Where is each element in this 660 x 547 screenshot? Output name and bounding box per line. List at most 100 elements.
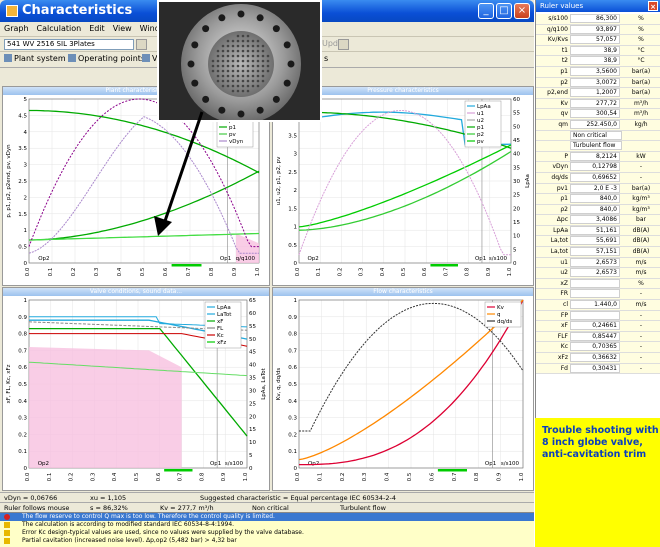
menu-edit[interactable]: Edit xyxy=(85,22,109,35)
legend-entry: Kv xyxy=(497,305,505,311)
chart-svg: 0.0 0.1 0.2 0.3 0.4 0.5 0.6 0.7 0.8 0.9 1.000.511.… xyxy=(276,97,531,277)
close-icon[interactable]: × xyxy=(648,1,658,11)
ruler-mode[interactable]: Ruler follows mouse xyxy=(4,504,69,512)
ruler-row-value: 86,300 xyxy=(570,14,620,23)
ruler-row: Turbulent flow xyxy=(536,141,660,152)
menu-graph[interactable]: Graph xyxy=(0,22,33,35)
ruler-row-unit: - xyxy=(639,332,643,340)
y-tick-label: 3 xyxy=(24,163,28,169)
ruler-title-bar: Ruler values × xyxy=(536,0,660,12)
x-tick-label: 0.1 xyxy=(316,268,322,277)
x-axis-label: s/s100 xyxy=(489,256,508,262)
op1-label: Op1 xyxy=(210,461,221,467)
chart-svg: 0.0 0.1 0.2 0.3 0.4 0.5 0.6 0.7 0.8 0.9 1.000.511.… xyxy=(6,97,261,277)
ruler-row-value: 93,897 xyxy=(570,24,620,34)
x-tick-label: 1.0 xyxy=(507,267,513,276)
valve-conditions-panel[interactable]: Valve conditions, sound data... 0.0 0.1 0.… xyxy=(2,287,270,491)
ruler-row-value: 3,5600 xyxy=(570,66,620,76)
flow-characteristics-panel[interactable]: Flow characteristics 0.0 0.1 0.2 0.3 0.4 0.5 0… xyxy=(272,287,534,491)
ruler-row-unit: °C xyxy=(637,57,645,65)
y2-tick-label: 40 xyxy=(513,152,520,158)
ruler-row-value: 3,4086 xyxy=(570,215,620,225)
maximize-button[interactable]: □ xyxy=(496,3,512,19)
critical-status: Non critical xyxy=(252,504,289,512)
x-tick-label: 0.8 xyxy=(465,267,471,276)
flow-status: Turbulent flow xyxy=(340,504,386,512)
x-tick-label: 0.1 xyxy=(48,268,54,277)
y-axis-label: p, p1, p2, p2end, pv, vDyn xyxy=(6,144,12,218)
y-tick-label: 0.7 xyxy=(18,348,27,354)
operating-range-bar xyxy=(430,264,458,267)
x-axis-label: s/s100 xyxy=(501,461,520,467)
ruler-row-value: 1.440,0 xyxy=(570,300,620,310)
menu-view[interactable]: View xyxy=(109,22,136,35)
y2-tick-label: 25 xyxy=(249,401,256,407)
ruler-row-name: dq/ds xyxy=(551,173,568,181)
ruler-row-value: 0,36632 xyxy=(570,353,620,362)
ruler-row-unit: kg/m³ xyxy=(632,195,650,203)
op2-label: Op2 xyxy=(38,461,49,467)
ruler-row-value: 0,69652 xyxy=(570,172,620,182)
valve-photo-inset xyxy=(157,0,322,122)
y-tick-label: 0.7 xyxy=(288,348,297,354)
ruler-row-name: qv xyxy=(560,110,568,118)
ruler-row-unit: m/s xyxy=(635,269,647,277)
y-tick-label: 3 xyxy=(294,152,298,158)
warning-icon xyxy=(4,538,10,544)
operating-points-button[interactable]: Operating points xyxy=(68,54,145,63)
ruler-row-value: 0,24661 xyxy=(570,321,620,331)
menu-calculation[interactable]: Calculation xyxy=(33,22,86,35)
message-flow-reserve[interactable]: The flow reserve to control Q max is too… xyxy=(0,513,534,521)
ruler-row-name: xF xyxy=(560,322,568,330)
ruler-row-name: u2 xyxy=(560,269,568,277)
y2-tick-label: 35 xyxy=(249,376,256,382)
y-tick-label: 1 xyxy=(294,225,298,231)
legend-entry: LpAa xyxy=(217,305,231,311)
ruler-row: qv 300,54 m³/h xyxy=(536,109,660,120)
update-button[interactable]: Upd xyxy=(322,39,338,48)
minimize-button[interactable]: _ xyxy=(478,3,494,19)
x-tick-label: 0.3 xyxy=(90,472,96,481)
x-axis-label: s/s100 xyxy=(225,461,244,467)
y-tick-label: 0 xyxy=(24,466,28,472)
message-cavitation[interactable]: Partial cavitation (increased noise leve… xyxy=(6,537,237,545)
ruler-row: FR - xyxy=(536,289,660,301)
close-button[interactable]: × xyxy=(514,3,530,19)
chart-icon[interactable] xyxy=(338,39,349,50)
check-icon[interactable] xyxy=(136,39,147,50)
message-standard[interactable]: The calculation is according to modified… xyxy=(6,521,234,529)
ruler-row-name: La,tot xyxy=(550,248,568,256)
y-tick-label: 3.5 xyxy=(288,133,297,139)
ruler-row-unit: bar(a) xyxy=(631,89,651,97)
y-tick-label: 5 xyxy=(24,97,28,103)
ruler-row-value: 57,151 xyxy=(570,247,620,257)
x-tick-label: 1.0 xyxy=(243,472,249,481)
y-tick-label: 0.2 xyxy=(288,432,297,438)
ruler-row: xZ% xyxy=(536,278,660,290)
y2-tick-label: 45 xyxy=(513,138,520,144)
x-tick-label: 0.3 xyxy=(94,267,100,276)
x-tick-label: 1.0 xyxy=(519,472,525,481)
valve-select[interactable]: 541 WV 2516 SIL 3Plates xyxy=(4,39,134,50)
ruler-row-name: vDyn xyxy=(552,163,568,171)
panel-title: Valve conditions, sound data... xyxy=(3,288,269,296)
ruler-row: La,tot 57,151 dB(A) xyxy=(536,247,660,258)
ruler-row-name: LpAa xyxy=(553,226,568,234)
ruler-row-unit: % xyxy=(638,25,644,33)
x-tick-label: 0.0 xyxy=(25,267,31,276)
ruler-row: dq/ds 0,69652 - xyxy=(536,172,660,184)
y-tick-label: 2.5 xyxy=(288,170,297,176)
plant-system-button[interactable]: Plant system xyxy=(4,54,66,63)
x-tick-label: 0.4 xyxy=(385,472,391,481)
y-tick-label: 0.9 xyxy=(18,315,27,321)
xu-readout: xu = 1,105 xyxy=(90,494,127,502)
y2-tick-label: 30 xyxy=(249,388,256,394)
operating-range-bar xyxy=(171,264,202,267)
ruler-row-name: pv1 xyxy=(556,184,568,192)
ruler-row-name: xFz xyxy=(557,354,568,361)
message-kc[interactable]: Error Kc design-typical values are used,… xyxy=(6,529,304,537)
x-tick-label: 0.3 xyxy=(362,472,368,481)
y-axis-label: u1, u2, p1, p2, pv xyxy=(276,156,282,205)
warning-icon xyxy=(4,530,10,536)
ruler-row-name: Kv/Kvs xyxy=(547,36,568,44)
